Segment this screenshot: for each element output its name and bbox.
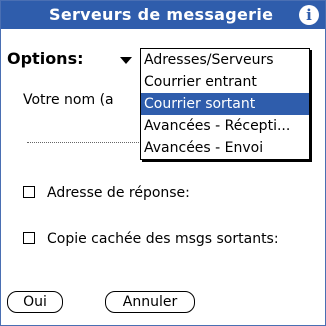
- menu-item-adresses-serveurs[interactable]: Adresses/Serveurs: [141, 49, 309, 71]
- name-field-label: Votre nom (a: [23, 92, 114, 108]
- menu-item-avancees-reception[interactable]: Avancées - Récepti...: [141, 115, 309, 137]
- reply-address-checkbox[interactable]: Adresse de réponse:: [23, 185, 190, 201]
- options-dropdown-menu: Adresses/Serveurs Courrier entrant Courr…: [140, 48, 310, 160]
- oui-button[interactable]: Oui: [7, 291, 63, 313]
- dropdown-arrow-icon[interactable]: [120, 57, 132, 64]
- menu-item-avancees-envoi[interactable]: Avancées - Envoi: [141, 137, 309, 159]
- checkbox-label: Adresse de réponse:: [47, 185, 190, 201]
- menu-item-courrier-entrant[interactable]: Courrier entrant: [141, 71, 309, 93]
- menu-item-courrier-sortant[interactable]: Courrier sortant: [141, 93, 309, 115]
- info-icon[interactable]: i: [299, 5, 319, 25]
- options-menu-label[interactable]: Options:: [7, 49, 84, 68]
- name-input[interactable]: [27, 142, 147, 143]
- checkbox-label: Copie cachée des msgs sortants:: [47, 231, 279, 247]
- window-title: Serveurs de messagerie: [49, 5, 274, 24]
- checkbox-icon[interactable]: [23, 186, 35, 198]
- annuler-button[interactable]: Annuler: [105, 291, 195, 313]
- bcc-outgoing-checkbox[interactable]: Copie cachée des msgs sortants:: [23, 231, 279, 247]
- checkbox-icon[interactable]: [23, 232, 35, 244]
- screen: Serveurs de messagerie i Options: Votre …: [0, 0, 326, 326]
- title-bar: Serveurs de messagerie i: [1, 1, 325, 29]
